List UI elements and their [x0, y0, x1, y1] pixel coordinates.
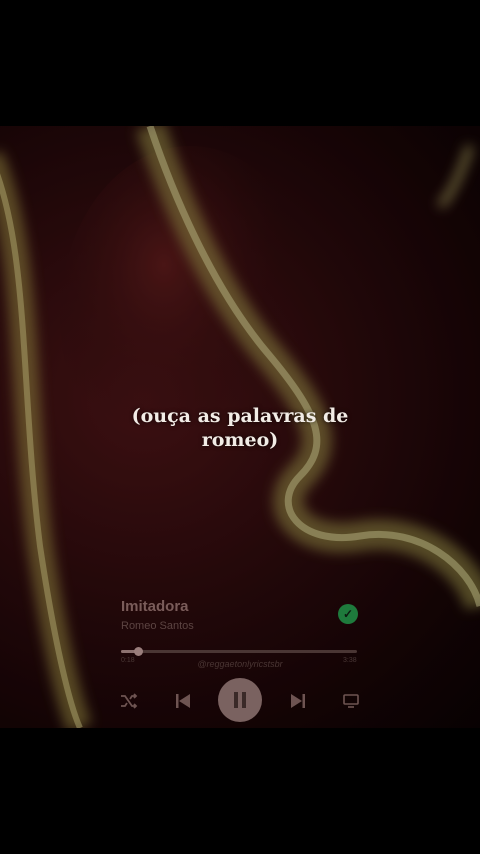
progress-bar[interactable]: [121, 647, 357, 656]
watermark-text: @reggaetonlyricstsbr: [197, 659, 283, 669]
artist-name[interactable]: Romeo Santos: [121, 620, 194, 632]
liked-check-icon[interactable]: ✓: [338, 604, 358, 624]
skip-previous-icon[interactable]: [172, 690, 194, 712]
song-title: Imitadora: [121, 598, 189, 615]
skip-next-icon[interactable]: [287, 690, 309, 712]
lyric-line-2: romeo): [201, 429, 279, 451]
lyric-line-1: (ouça as palavras de: [131, 405, 349, 427]
shuffle-icon[interactable]: [118, 690, 140, 712]
video-frame: (ouça as palavras de romeo) Imitadora Ro…: [0, 126, 480, 728]
pause-button[interactable]: [218, 678, 262, 722]
lyric-caption: (ouça as palavras de romeo): [0, 404, 480, 452]
pause-icon: [234, 692, 246, 708]
connect-device-icon[interactable]: [340, 690, 362, 712]
